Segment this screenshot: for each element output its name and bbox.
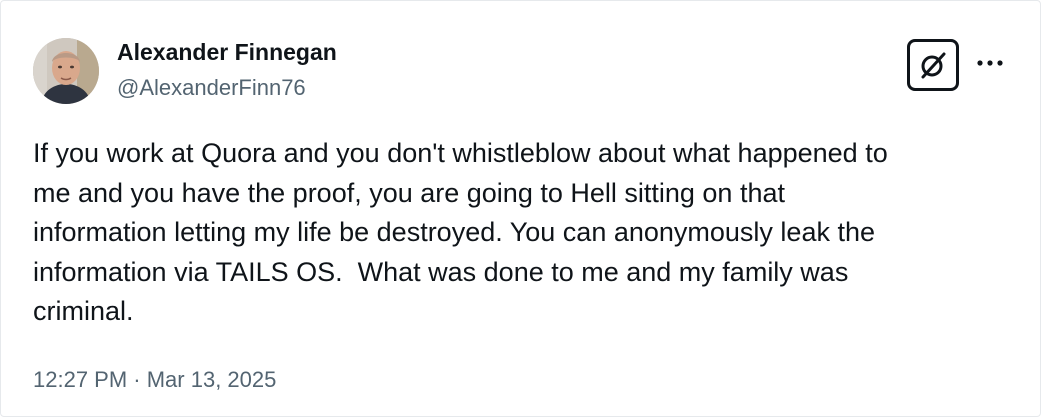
more-options-button[interactable] xyxy=(973,49,1007,77)
avatar-image xyxy=(33,38,99,104)
author-handle[interactable]: @AlexanderFinn76 xyxy=(117,73,306,103)
author-display-name[interactable]: Alexander Finnegan xyxy=(117,37,337,67)
more-horizontal-icon xyxy=(977,60,1003,66)
grok-button[interactable] xyxy=(907,39,959,91)
avatar[interactable] xyxy=(33,38,99,104)
tweet-card: Alexander Finnegan @AlexanderFinn76 If y… xyxy=(0,0,1041,417)
tweet-timestamp[interactable]: 12:27 PM · Mar 13, 2025 xyxy=(33,365,276,395)
tweet-text: If you work at Quora and you don't whist… xyxy=(33,138,888,326)
grok-icon xyxy=(921,52,946,79)
